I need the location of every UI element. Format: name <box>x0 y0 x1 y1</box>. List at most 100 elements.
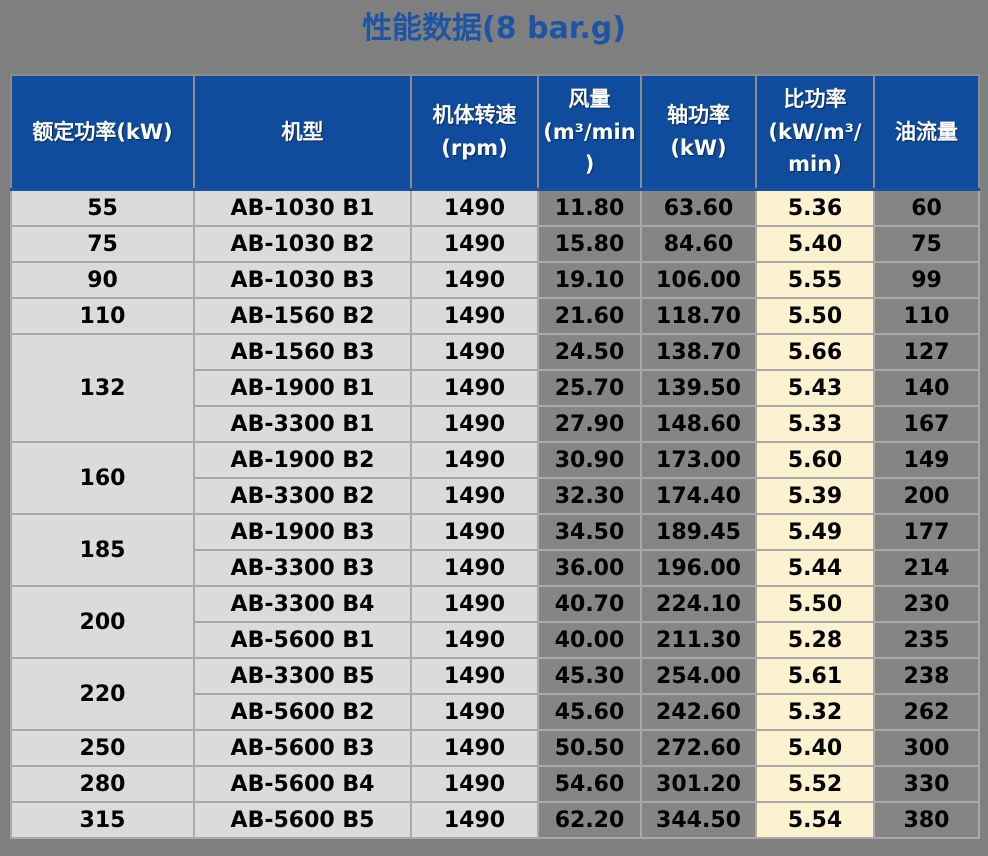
specific-cell: 5.66 <box>756 334 874 370</box>
rated-power-cell: 132 <box>11 334 194 442</box>
shaft-cell: 344.50 <box>641 802 756 838</box>
table-row: 200AB-3300 B4149040.70224.105.50230 <box>11 586 979 622</box>
rpm-cell: 1490 <box>411 514 538 550</box>
rpm-cell: 1490 <box>411 262 538 298</box>
model-cell: AB-3300 B4 <box>194 586 411 622</box>
model-cell: AB-5600 B3 <box>194 730 411 766</box>
model-cell: AB-1900 B1 <box>194 370 411 406</box>
flow-cell: 36.00 <box>538 550 641 586</box>
table-body: 55AB-1030 B1149011.8063.605.366075AB-103… <box>11 190 979 839</box>
flow-cell: 32.30 <box>538 478 641 514</box>
header-shaft-power: 轴功率 (kW) <box>641 75 756 190</box>
shaft-cell: 189.45 <box>641 514 756 550</box>
rpm-cell: 1490 <box>411 334 538 370</box>
specific-cell: 5.55 <box>756 262 874 298</box>
rated-power-cell: 250 <box>11 730 194 766</box>
oil-cell: 300 <box>874 730 979 766</box>
header-rated-power: 额定功率(kW) <box>11 75 194 190</box>
specific-cell: 5.61 <box>756 658 874 694</box>
flow-cell: 40.70 <box>538 586 641 622</box>
table-row: 250AB-5600 B3149050.50272.605.40300 <box>11 730 979 766</box>
specific-cell: 5.43 <box>756 370 874 406</box>
specific-cell: 5.52 <box>756 766 874 802</box>
rpm-cell: 1490 <box>411 190 538 227</box>
specific-cell: 5.44 <box>756 550 874 586</box>
rated-power-cell: 75 <box>11 226 194 262</box>
specific-cell: 5.28 <box>756 622 874 658</box>
flow-cell: 21.60 <box>538 298 641 334</box>
specific-cell: 5.39 <box>756 478 874 514</box>
rated-power-cell: 315 <box>11 802 194 838</box>
shaft-cell: 173.00 <box>641 442 756 478</box>
table-row: 280AB-5600 B4149054.60301.205.52330 <box>11 766 979 802</box>
model-cell: AB-5600 B2 <box>194 694 411 730</box>
oil-cell: 262 <box>874 694 979 730</box>
model-cell: AB-5600 B1 <box>194 622 411 658</box>
header-specific-power: 比功率 (kW/m³/ min) <box>756 75 874 190</box>
header-rpm: 机体转速 (rpm) <box>411 75 538 190</box>
model-cell: AB-1900 B2 <box>194 442 411 478</box>
shaft-cell: 118.70 <box>641 298 756 334</box>
table-header: 额定功率(kW) 机型 机体转速 (rpm) 风量 (m³/min ) 轴功率 … <box>11 75 979 190</box>
flow-cell: 45.60 <box>538 694 641 730</box>
model-cell: AB-3300 B1 <box>194 406 411 442</box>
rpm-cell: 1490 <box>411 442 538 478</box>
shaft-cell: 138.70 <box>641 334 756 370</box>
model-cell: AB-5600 B5 <box>194 802 411 838</box>
performance-table: 额定功率(kW) 机型 机体转速 (rpm) 风量 (m³/min ) 轴功率 … <box>10 74 980 839</box>
page: 性能数据(8 bar.g) 额定功率(kW) 机型 机体转速 (rpm) 风量 … <box>0 10 988 839</box>
rpm-cell: 1490 <box>411 478 538 514</box>
table-row: 90AB-1030 B3149019.10106.005.5599 <box>11 262 979 298</box>
header-air-flow: 风量 (m³/min ) <box>538 75 641 190</box>
shaft-cell: 224.10 <box>641 586 756 622</box>
oil-cell: 149 <box>874 442 979 478</box>
table-row: 185AB-1900 B3149034.50189.455.49177 <box>11 514 979 550</box>
oil-cell: 99 <box>874 262 979 298</box>
shaft-cell: 139.50 <box>641 370 756 406</box>
model-cell: AB-1030 B1 <box>194 190 411 227</box>
specific-cell: 5.54 <box>756 802 874 838</box>
rated-power-cell: 110 <box>11 298 194 334</box>
oil-cell: 330 <box>874 766 979 802</box>
table-row: 110AB-1560 B2149021.60118.705.50110 <box>11 298 979 334</box>
flow-cell: 50.50 <box>538 730 641 766</box>
shaft-cell: 63.60 <box>641 190 756 227</box>
oil-cell: 380 <box>874 802 979 838</box>
oil-cell: 235 <box>874 622 979 658</box>
model-cell: AB-5600 B4 <box>194 766 411 802</box>
model-cell: AB-3300 B3 <box>194 550 411 586</box>
rpm-cell: 1490 <box>411 622 538 658</box>
rated-power-cell: 90 <box>11 262 194 298</box>
oil-cell: 110 <box>874 298 979 334</box>
flow-cell: 27.90 <box>538 406 641 442</box>
specific-cell: 5.49 <box>756 514 874 550</box>
model-cell: AB-1030 B3 <box>194 262 411 298</box>
table-row: 132AB-1560 B3149024.50138.705.66127 <box>11 334 979 370</box>
shaft-cell: 254.00 <box>641 658 756 694</box>
specific-cell: 5.40 <box>756 226 874 262</box>
shaft-cell: 106.00 <box>641 262 756 298</box>
flow-cell: 25.70 <box>538 370 641 406</box>
header-row: 额定功率(kW) 机型 机体转速 (rpm) 风量 (m³/min ) 轴功率 … <box>11 75 979 190</box>
shaft-cell: 272.60 <box>641 730 756 766</box>
rpm-cell: 1490 <box>411 694 538 730</box>
rpm-cell: 1490 <box>411 226 538 262</box>
rated-power-cell: 185 <box>11 514 194 586</box>
rpm-cell: 1490 <box>411 586 538 622</box>
rpm-cell: 1490 <box>411 298 538 334</box>
model-cell: AB-3300 B2 <box>194 478 411 514</box>
table-row: 220AB-3300 B5149045.30254.005.61238 <box>11 658 979 694</box>
specific-cell: 5.60 <box>756 442 874 478</box>
oil-cell: 60 <box>874 190 979 227</box>
rated-power-cell: 160 <box>11 442 194 514</box>
rpm-cell: 1490 <box>411 550 538 586</box>
shaft-cell: 84.60 <box>641 226 756 262</box>
rpm-cell: 1490 <box>411 802 538 838</box>
oil-cell: 140 <box>874 370 979 406</box>
shaft-cell: 242.60 <box>641 694 756 730</box>
model-cell: AB-1900 B3 <box>194 514 411 550</box>
rpm-cell: 1490 <box>411 658 538 694</box>
flow-cell: 54.60 <box>538 766 641 802</box>
flow-cell: 24.50 <box>538 334 641 370</box>
specific-cell: 5.50 <box>756 298 874 334</box>
